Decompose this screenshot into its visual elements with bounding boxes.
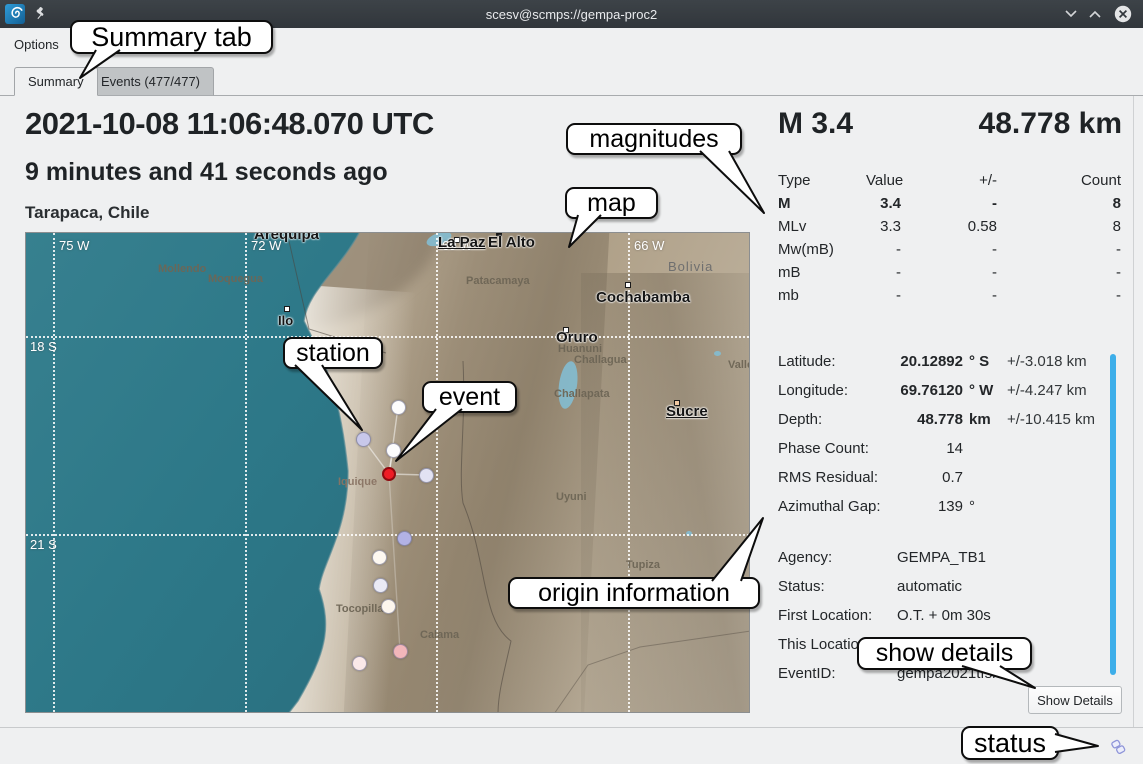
tab-events[interactable]: Events (477/477) xyxy=(87,67,214,96)
grid-label: 75 W xyxy=(59,238,89,253)
grid-label: 21 S xyxy=(30,537,57,552)
show-details-button[interactable]: Show Details xyxy=(1028,686,1122,714)
annotation-station: station xyxy=(283,337,383,369)
annotation-event: event xyxy=(422,381,517,413)
tab-summary-label: Summary xyxy=(28,74,84,89)
station-marker xyxy=(391,400,406,415)
origin-info: Latitude: 20.12892 ° S +/-3.018 km Longi… xyxy=(778,347,1121,521)
info-row-status: Status: automatic xyxy=(778,572,1121,601)
preferred-magnitude: M 3.4 xyxy=(778,107,853,141)
annotation-origin-information: origin information xyxy=(508,577,760,609)
tab-summary[interactable]: Summary xyxy=(14,67,98,96)
town-label: Vallegr xyxy=(728,359,750,371)
info-row-first-location: First Location: O.T. + 0m 30s xyxy=(778,601,1121,630)
connection-status-icon[interactable] xyxy=(1109,739,1127,761)
country-border xyxy=(554,631,750,713)
magnitude-row[interactable]: MLv 3.3 0.58 8 xyxy=(778,215,1121,238)
city-label: Sucre xyxy=(666,403,708,420)
town-label: Patacamaya xyxy=(466,275,530,287)
gridline-75w xyxy=(53,233,55,712)
station-marker xyxy=(372,550,387,565)
event-region: Tarapaca, Chile xyxy=(25,203,149,223)
magnitude-row[interactable]: mB - - - xyxy=(778,261,1121,284)
station-marker xyxy=(356,432,371,447)
magnitude-table-header: Type Value +/- Count xyxy=(778,169,1121,192)
town-label: Mollendo xyxy=(158,263,206,275)
station-marker xyxy=(381,599,396,614)
summary-panel: M 3.4 48.778 km Type Value +/- Count M 3… xyxy=(778,95,1127,726)
city-label: La Paz xyxy=(438,234,486,251)
town-label: Moquegua xyxy=(208,273,263,285)
city-label: El Alto xyxy=(488,234,535,251)
city-marker xyxy=(625,282,631,288)
origin-row-azimuthal-gap: Azimuthal Gap: 139 ° xyxy=(778,492,1121,521)
preferred-depth: 48.778 km xyxy=(979,107,1122,141)
gridline-21s xyxy=(26,534,749,536)
event-map[interactable]: 75 W 72 W 69 W 66 W 18 S 21 S Arequipa L… xyxy=(25,232,750,713)
magnitude-row[interactable]: Mw(mB) - - - xyxy=(778,238,1121,261)
city-label: Cochabamba xyxy=(596,289,690,306)
town-label: Calama xyxy=(420,629,459,641)
annotation-magnitudes: magnitudes xyxy=(566,123,742,155)
station-marker xyxy=(386,443,401,458)
city-marker xyxy=(284,306,290,312)
town-label: Challagua xyxy=(574,354,627,366)
event-datetime: 2021-10-08 11:06:48.070 UTC xyxy=(25,106,434,142)
town-label: Uyuni xyxy=(556,491,587,503)
panel-scrollbar-thumb[interactable] xyxy=(1110,354,1116,675)
station-marker xyxy=(352,656,367,671)
panel-scrollbar-track xyxy=(1133,96,1134,727)
station-marker xyxy=(419,468,434,483)
magnitude-table: Type Value +/- Count M 3.4 - 8 MLv 3.3 0… xyxy=(778,169,1121,307)
info-row-agency: Agency: GEMPA_TB1 xyxy=(778,543,1121,572)
event-time-ago: 9 minutes and 41 seconds ago xyxy=(25,158,388,187)
annotation-status: status xyxy=(961,726,1059,760)
gridline-18s xyxy=(26,336,749,338)
origin-row-depth: Depth: 48.778 km +/-10.415 km xyxy=(778,405,1121,434)
gridline-72w xyxy=(245,233,247,712)
tab-bar: Summary Events (477/477) xyxy=(0,66,1143,96)
annotation-map: map xyxy=(565,187,658,219)
origin-row-longitude: Longitude: 69.76120 ° W +/-4.247 km xyxy=(778,376,1121,405)
grid-label: 66 W xyxy=(634,238,664,253)
city-label: Ilo xyxy=(278,313,293,328)
origin-row-rms: RMS Residual: 0.7 xyxy=(778,463,1121,492)
origin-row-latitude: Latitude: 20.12892 ° S +/-3.018 km xyxy=(778,347,1121,376)
maximize-button[interactable] xyxy=(1085,5,1105,23)
town-label: Tupiza xyxy=(626,559,660,571)
event-marker[interactable] xyxy=(382,467,396,481)
tab-events-label: Events (477/477) xyxy=(101,74,200,89)
station-marker xyxy=(373,578,388,593)
magnitude-row[interactable]: M 3.4 - 8 xyxy=(778,192,1121,215)
station-marker xyxy=(393,644,408,659)
town-label: Challapata xyxy=(554,388,610,400)
annotation-show-details: show details xyxy=(857,637,1032,670)
city-label: Arequipa xyxy=(254,232,319,243)
close-button[interactable] xyxy=(1113,5,1133,23)
application-window: scesv@scmps://gempa-proc2 Options Summar… xyxy=(0,0,1143,764)
city-label: Oruro xyxy=(556,329,598,346)
station-marker xyxy=(397,531,412,546)
magnitude-row[interactable]: mb - - - xyxy=(778,284,1121,307)
origin-row-phase-count: Phase Count: 14 xyxy=(778,434,1121,463)
town-label: Iquique xyxy=(338,476,377,488)
minimize-button[interactable] xyxy=(1061,5,1081,23)
town-label: Tocopilla xyxy=(336,603,383,615)
annotation-summary-tab: Summary tab xyxy=(70,20,273,54)
region-label: Bolivia xyxy=(668,259,713,274)
grid-label: 18 S xyxy=(30,339,57,354)
country-border xyxy=(461,361,511,713)
menu-options[interactable]: Options xyxy=(0,33,73,56)
